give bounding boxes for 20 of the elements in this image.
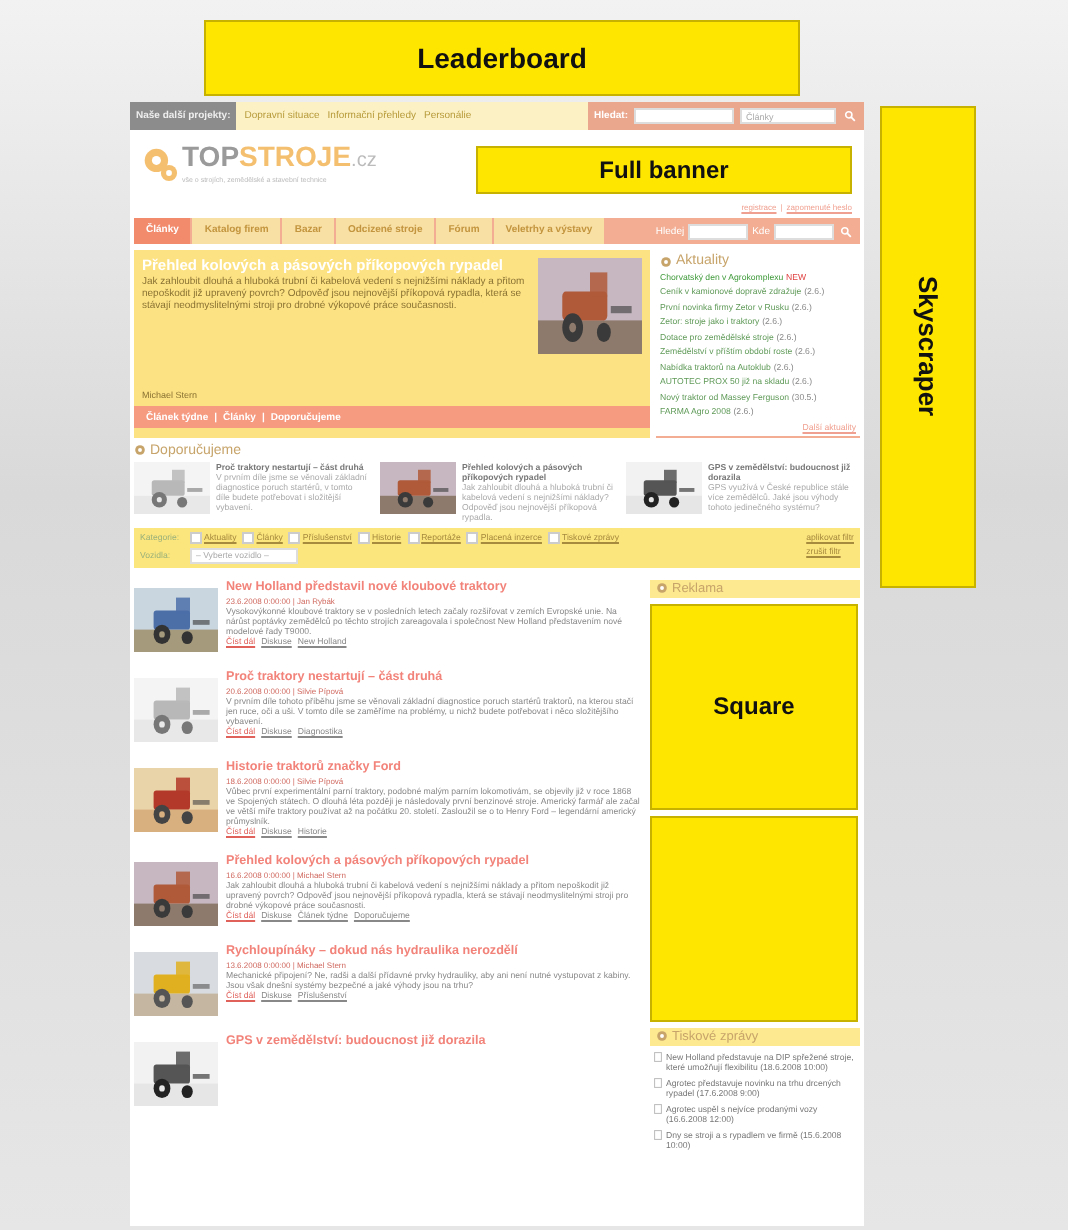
gears-icon [142,145,178,181]
gear-icon [660,255,672,267]
gear-icon [656,582,668,594]
document-icon [654,1078,662,1088]
search-field[interactable] [688,223,749,239]
document-icon [654,1052,662,1062]
gear-icon [656,1030,668,1042]
leaderboard-ad: Leaderboard [204,20,800,96]
search-button[interactable] [838,223,854,239]
document-icon [654,1130,662,1140]
full-banner-ad: Full banner [476,146,852,194]
document-icon [654,1104,662,1114]
square-ad: Square [650,603,858,809]
search-button[interactable] [842,108,858,124]
search-icon [844,110,856,122]
search-field[interactable] [774,223,834,239]
search-field[interactable] [634,108,734,124]
site-logo[interactable]: TOPSTROJE.cz [182,142,377,176]
skyscraper-ad: Skyscraper [880,106,976,588]
search-icon [840,225,852,237]
